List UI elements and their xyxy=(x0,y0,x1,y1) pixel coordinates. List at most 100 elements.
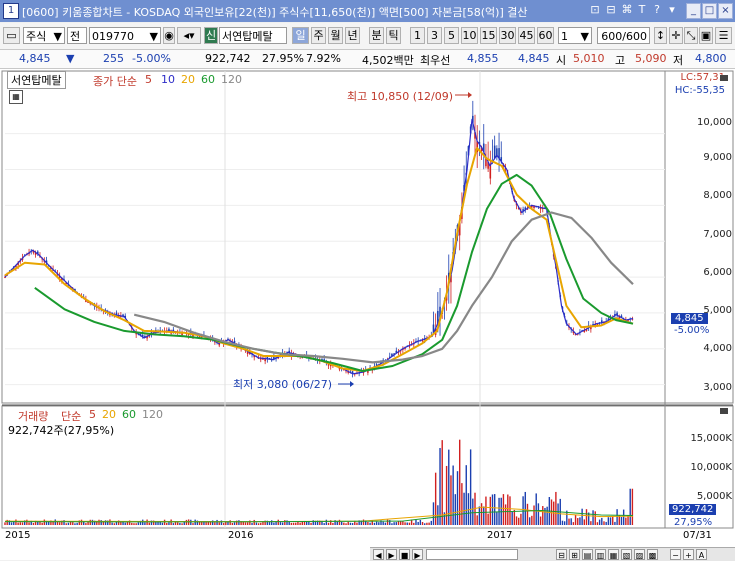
market-select[interactable]: 주식 ▼ xyxy=(23,27,65,44)
interval-1[interactable]: 1 xyxy=(410,27,425,44)
volume-bar xyxy=(135,523,137,525)
x-label: 07/31 xyxy=(683,530,712,541)
text-a-icon[interactable]: A xyxy=(696,549,707,560)
volume-bar xyxy=(161,522,164,525)
step-select[interactable]: 1 ▼ xyxy=(558,27,592,44)
interval-45[interactable]: 45 xyxy=(518,27,535,44)
maximize-icon[interactable]: □ xyxy=(702,3,717,19)
volume-bar xyxy=(133,523,135,525)
scroll-thumb[interactable] xyxy=(426,549,518,560)
tab-monthly[interactable]: 월 xyxy=(328,27,343,44)
volume-bar xyxy=(349,522,352,525)
volume-bar xyxy=(67,522,70,525)
pause-icon[interactable]: ■ xyxy=(399,549,410,560)
chart-type-icon[interactable]: ▭ xyxy=(3,27,20,44)
tab-weekly[interactable]: 주 xyxy=(311,27,326,44)
chart-scrollbar[interactable]: ◀ ▶ ■ ▶ ⊟ ⊞ ▤ ▥ ▦ ▧ ▨ ▩ − + A xyxy=(370,547,735,561)
zoom-out-icon[interactable]: ⊟ xyxy=(556,549,567,560)
minus-icon[interactable]: − xyxy=(670,549,681,560)
zoom-icon[interactable]: ⤡ xyxy=(684,27,698,44)
spin-icon[interactable]: ↕ xyxy=(654,27,667,44)
volume-bar xyxy=(80,519,83,525)
volume-bar xyxy=(185,519,188,525)
menu-icon[interactable]: ☰ xyxy=(715,27,732,44)
volume-bar xyxy=(496,512,498,525)
tab-tick[interactable]: 틱 xyxy=(386,27,401,44)
volume-bar xyxy=(432,502,435,525)
tool-icon[interactable]: ▧ xyxy=(621,549,632,560)
save-icon[interactable]: ▣ xyxy=(699,27,713,44)
tool-icon[interactable]: ▨ xyxy=(634,549,645,560)
count-input[interactable]: 600/600 xyxy=(597,27,650,44)
more-icon[interactable]: ▾ xyxy=(665,3,679,17)
plus-icon[interactable]: + xyxy=(683,549,694,560)
help-icon[interactable]: ? xyxy=(650,3,664,17)
text-icon[interactable]: T xyxy=(635,3,649,17)
sound-icon[interactable]: ◂▾ xyxy=(177,27,201,44)
ma-60: 60 xyxy=(201,73,215,86)
open-value: 5,010 xyxy=(573,52,605,65)
tab-daily[interactable]: 일 xyxy=(292,27,309,44)
arrange-icon[interactable]: ⊟ xyxy=(604,3,618,17)
volume-bar xyxy=(323,523,325,525)
price-tick: 10,000 xyxy=(697,117,732,128)
volume-bar xyxy=(332,522,334,525)
volume-bar xyxy=(450,475,452,525)
crosshair-icon[interactable]: ✛ xyxy=(669,27,683,44)
pane-close-icon[interactable] xyxy=(720,408,728,414)
current-price-tag: 4,845 xyxy=(671,313,708,324)
volume-bar xyxy=(279,522,282,525)
tool-icon[interactable]: ▩ xyxy=(647,549,658,560)
volume-bar xyxy=(535,493,537,525)
interval-60[interactable]: 60 xyxy=(537,27,554,44)
volume-bar xyxy=(205,522,207,525)
price-volume-chart[interactable] xyxy=(0,69,735,560)
interval-15[interactable]: 15 xyxy=(480,27,497,44)
stock-name: 서연탑메탈 xyxy=(219,27,287,44)
volume-bar xyxy=(356,522,358,525)
volume-bar xyxy=(168,522,170,525)
interval-10[interactable]: 10 xyxy=(461,27,478,44)
volume-bar xyxy=(244,522,247,525)
scroll-right-icon[interactable]: ▶ xyxy=(412,549,423,560)
scroll-left-icon[interactable]: ◀ xyxy=(373,549,384,560)
volume-bar xyxy=(181,523,183,525)
search-icon[interactable]: ◉ xyxy=(163,27,175,44)
tool-icon[interactable]: ▤ xyxy=(582,549,593,560)
tool-icon[interactable]: ▦ xyxy=(608,549,619,560)
volume-bar xyxy=(502,494,505,525)
code-input[interactable]: 019770 ▼ xyxy=(89,27,161,44)
type-select[interactable]: 전 xyxy=(67,27,87,44)
volume-bar xyxy=(609,517,612,525)
interval-30[interactable]: 30 xyxy=(499,27,516,44)
volume-bar xyxy=(509,496,511,525)
volume-bar xyxy=(113,523,116,525)
tab-minute[interactable]: 분 xyxy=(369,27,384,44)
grid-icon[interactable]: ▦ xyxy=(9,90,23,104)
volume-bar xyxy=(439,448,441,525)
chart-area[interactable]: 서연탑메탈 종가 단순 5 10 20 60 120 ▦ LC:57,31 HC… xyxy=(0,69,735,560)
volume-bar xyxy=(528,517,531,525)
interval-5[interactable]: 5 xyxy=(444,27,459,44)
close-icon[interactable]: × xyxy=(718,3,733,19)
interval-3[interactable]: 3 xyxy=(427,27,442,44)
play-icon[interactable]: ▶ xyxy=(386,549,397,560)
settings-icon[interactable]: ⌘ xyxy=(620,3,634,17)
minimize-icon[interactable]: _ xyxy=(686,3,701,19)
volume-bar xyxy=(459,439,461,525)
volume-bar xyxy=(384,522,387,525)
tool-icon[interactable]: ▥ xyxy=(595,549,606,560)
tab-yearly[interactable]: 년 xyxy=(345,27,360,44)
volume-bar xyxy=(369,522,371,525)
volume-bar xyxy=(520,513,522,525)
save-layout-icon[interactable]: ⊡ xyxy=(588,3,602,17)
volume-bar xyxy=(367,521,369,525)
pane-close-icon[interactable] xyxy=(720,75,728,81)
zoom-in-icon[interactable]: ⊞ xyxy=(569,549,580,560)
x-label: 2015 xyxy=(5,530,31,541)
volume-bar xyxy=(592,510,594,525)
volume-bar xyxy=(10,522,13,525)
volume-bar xyxy=(310,522,312,525)
high-arrow-head xyxy=(468,92,472,98)
high-value: 5,090 xyxy=(635,52,667,65)
